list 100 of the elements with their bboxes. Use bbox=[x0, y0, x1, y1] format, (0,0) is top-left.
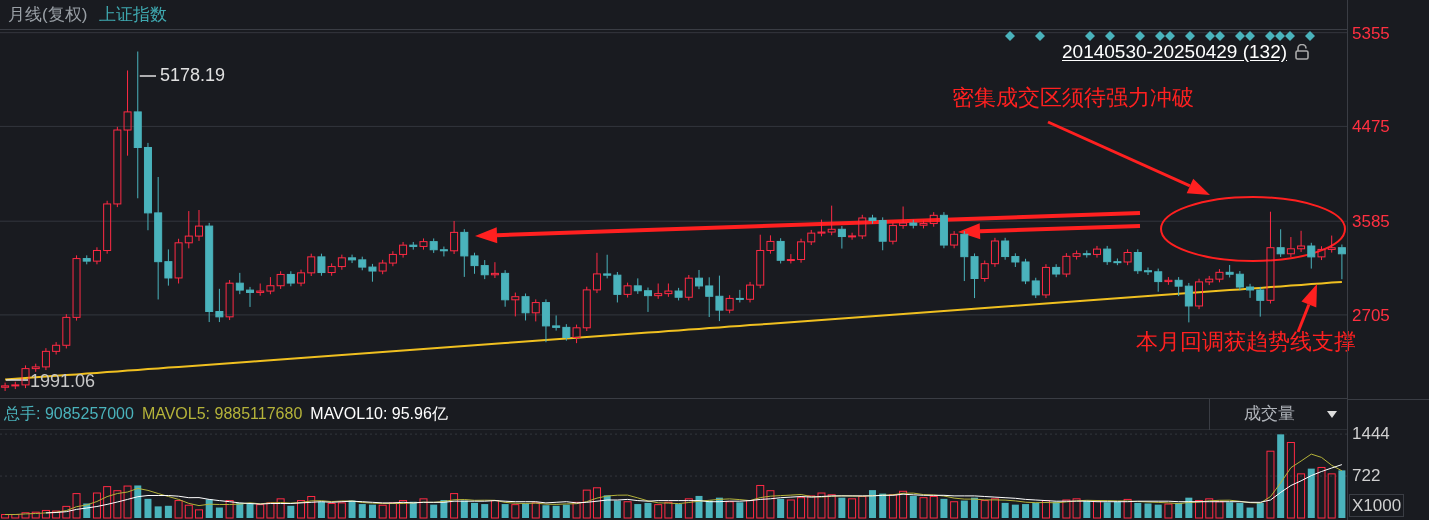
bar bbox=[246, 503, 254, 518]
bar bbox=[827, 494, 836, 519]
candlestick bbox=[990, 237, 999, 268]
bar bbox=[634, 504, 642, 518]
bar bbox=[1032, 502, 1040, 518]
candlestick bbox=[1164, 276, 1173, 286]
price-axis-label: 2705 bbox=[1352, 306, 1390, 324]
candlestick bbox=[225, 279, 234, 321]
bar bbox=[613, 500, 621, 518]
bar bbox=[317, 501, 325, 518]
bar bbox=[307, 496, 316, 519]
bar bbox=[1307, 468, 1315, 518]
bar bbox=[1246, 507, 1254, 518]
bar bbox=[41, 509, 50, 519]
candlestick bbox=[715, 275, 724, 322]
bar bbox=[531, 502, 540, 519]
bar bbox=[399, 500, 408, 519]
bar bbox=[1195, 500, 1204, 519]
candlestick bbox=[92, 246, 101, 265]
bar bbox=[1144, 503, 1152, 518]
candlestick bbox=[348, 254, 357, 264]
bar bbox=[327, 502, 336, 519]
candlestick bbox=[133, 51, 142, 199]
bar bbox=[1327, 473, 1336, 519]
candlestick bbox=[980, 259, 989, 283]
candlestick bbox=[246, 286, 255, 308]
bar bbox=[358, 504, 366, 518]
bar bbox=[542, 505, 550, 518]
candlestick bbox=[552, 314, 561, 332]
bar bbox=[1022, 504, 1030, 518]
caret-icon bbox=[1327, 410, 1337, 418]
bar bbox=[174, 500, 183, 519]
candlestick bbox=[695, 269, 704, 290]
bar bbox=[501, 504, 509, 518]
candlestick bbox=[929, 211, 938, 228]
candlestick bbox=[429, 237, 438, 254]
bar bbox=[1297, 473, 1306, 519]
candlestick bbox=[409, 241, 418, 251]
candlestick bbox=[654, 283, 663, 300]
volume-legend: 总手: 9085257000 bbox=[4, 402, 134, 426]
candlestick bbox=[1266, 211, 1275, 305]
bar bbox=[164, 505, 172, 518]
bar bbox=[1134, 502, 1142, 518]
bar bbox=[899, 490, 908, 519]
bar bbox=[868, 490, 876, 518]
candlestick bbox=[1195, 278, 1204, 310]
candlestick bbox=[1297, 230, 1306, 253]
bar bbox=[31, 511, 40, 519]
candlestick bbox=[1184, 282, 1193, 323]
bar bbox=[287, 505, 295, 518]
bar bbox=[756, 484, 765, 519]
candlestick bbox=[766, 234, 775, 255]
index-name: 上证指数 bbox=[99, 3, 168, 26]
candlestick bbox=[327, 262, 336, 277]
bar bbox=[419, 498, 428, 519]
bar bbox=[980, 500, 989, 519]
bar bbox=[807, 495, 816, 519]
bar bbox=[256, 504, 265, 519]
candlestick bbox=[103, 200, 112, 255]
bar bbox=[929, 496, 938, 519]
candlestick bbox=[797, 238, 806, 264]
volume-axis-label: 722 bbox=[1352, 467, 1381, 485]
bar bbox=[1317, 466, 1326, 519]
bar bbox=[858, 496, 867, 519]
candlestick bbox=[1246, 283, 1255, 299]
candlestick bbox=[1092, 245, 1101, 259]
price-axis-label: 5355 bbox=[1352, 24, 1390, 42]
bar bbox=[1164, 503, 1173, 519]
candlestick bbox=[1337, 244, 1346, 280]
bar bbox=[1338, 470, 1346, 518]
date-range-link[interactable]: 20140530-20250429 (132) bbox=[1062, 40, 1288, 64]
bar bbox=[490, 500, 499, 519]
candlestick bbox=[439, 246, 448, 257]
bar bbox=[1175, 502, 1183, 518]
high-marker-line bbox=[139, 75, 157, 77]
bar bbox=[1092, 500, 1101, 519]
candlestick bbox=[746, 281, 755, 303]
bar bbox=[838, 497, 846, 518]
bar bbox=[460, 500, 468, 518]
bar bbox=[582, 489, 591, 519]
candlestick bbox=[899, 205, 908, 230]
low-marker-line bbox=[5, 379, 29, 381]
candlestick bbox=[1133, 248, 1142, 275]
bar bbox=[194, 509, 203, 519]
bar bbox=[522, 503, 530, 518]
candlestick bbox=[888, 221, 897, 245]
candlestick bbox=[41, 347, 50, 371]
volume-unit-label: X1000 bbox=[1349, 494, 1405, 518]
lock-icon[interactable] bbox=[1295, 43, 1310, 60]
bar bbox=[388, 502, 397, 519]
candlestick bbox=[1235, 270, 1244, 291]
candlestick bbox=[786, 253, 795, 264]
indicator-dropdown[interactable]: 成交量 bbox=[1209, 398, 1347, 430]
candlestick bbox=[970, 252, 979, 299]
bar bbox=[675, 504, 683, 518]
bar bbox=[766, 490, 775, 519]
bar bbox=[1236, 502, 1244, 518]
candlestick bbox=[450, 220, 459, 255]
bar bbox=[378, 504, 387, 519]
bar bbox=[103, 486, 112, 519]
